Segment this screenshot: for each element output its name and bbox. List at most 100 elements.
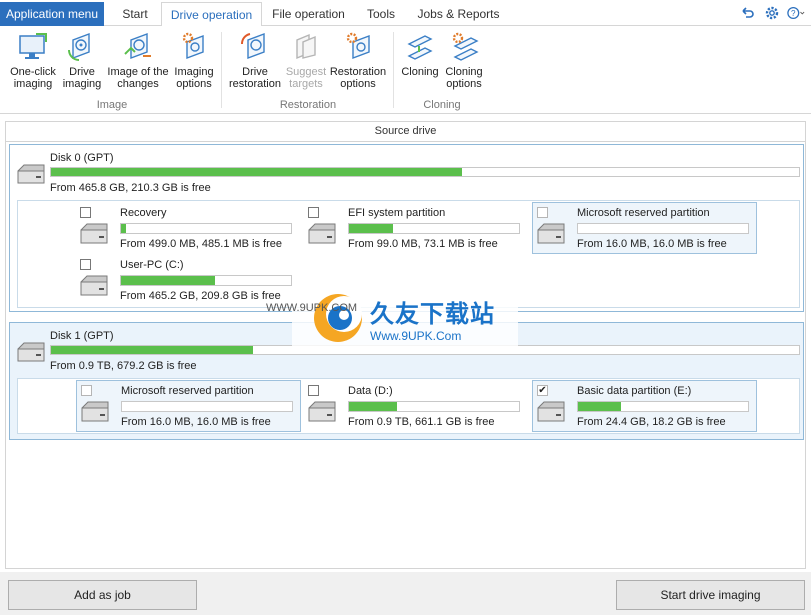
cloning-icon xyxy=(407,35,433,60)
partition-usage-bar xyxy=(120,223,292,234)
partition-checkbox[interactable] xyxy=(308,385,319,396)
drive-image-icon xyxy=(68,32,90,61)
partition-checkbox[interactable] xyxy=(80,259,91,270)
watermark-url: Www.9UPK.Com xyxy=(370,328,462,343)
partition-usage-bar xyxy=(577,401,749,412)
partition-name: User-PC (C:) xyxy=(120,259,184,271)
cloning-button[interactable]: Cloning xyxy=(398,30,442,78)
disk-name: Disk 1 (GPT) xyxy=(50,330,114,342)
partition-usage-fill xyxy=(349,402,397,411)
disk-usage-fill xyxy=(51,168,463,176)
title-divider xyxy=(6,141,805,142)
group-label-restoration: Restoration xyxy=(279,99,337,111)
partition-efi-system[interactable]: EFI system partition From 99.0 MB, 73.1 … xyxy=(304,203,529,253)
drive-restoration-icon xyxy=(240,32,265,60)
tab-tools[interactable]: Tools xyxy=(358,2,404,26)
application-menu-button[interactable]: Application menu xyxy=(0,2,104,26)
hard-drive-icon xyxy=(17,164,45,184)
partition-checkbox[interactable] xyxy=(81,385,92,396)
restoration-options-button[interactable]: Restoration options xyxy=(328,30,388,90)
imaging-options-button[interactable]: Imaging options xyxy=(172,30,216,90)
hard-drive-icon xyxy=(80,275,108,296)
partition-info: From 465.2 GB, 209.8 GB is free xyxy=(120,290,281,302)
partition-info: From 99.0 MB, 73.1 MB is free xyxy=(348,238,498,250)
partition-name: Microsoft reserved partition xyxy=(121,385,254,397)
start-drive-imaging-button[interactable]: Start drive imaging xyxy=(616,580,805,610)
hard-drive-icon xyxy=(80,223,108,244)
restoration-options-icon xyxy=(346,32,370,60)
partition-usage-fill xyxy=(121,224,127,233)
ribbon-tab-bar: Application menu Start Drive operation F… xyxy=(0,0,811,27)
ribbon-separator xyxy=(393,32,394,108)
partition-name: Basic data partition (E:) xyxy=(577,385,692,397)
partition-name: Recovery xyxy=(120,207,167,219)
hard-drive-icon xyxy=(308,223,336,244)
partition-name: Microsoft reserved partition xyxy=(577,207,710,219)
hard-drive-icon xyxy=(308,401,336,422)
group-label-cloning: Cloning xyxy=(423,99,461,111)
drive-restoration-button[interactable]: Drive restoration xyxy=(227,30,283,90)
ribbon-panel: One-click imaging Drive imaging Image of… xyxy=(0,26,811,114)
monitor-icon xyxy=(19,33,47,59)
drive-imaging-button[interactable]: Drive imaging xyxy=(62,30,102,90)
partition-checkbox[interactable] xyxy=(308,207,319,218)
disk-usage-bar xyxy=(50,167,800,177)
partition-usage-bar xyxy=(348,223,520,234)
hard-drive-icon xyxy=(17,342,45,362)
disk-usage-fill xyxy=(51,346,253,354)
group-label-image: Image xyxy=(96,99,128,111)
partition-info: From 499.0 MB, 485.1 MB is free xyxy=(120,238,283,250)
svg-text:?: ? xyxy=(791,9,796,18)
partition-data-d[interactable]: Data (D:) From 0.9 TB, 661.1 GB is free xyxy=(304,381,529,431)
ribbon-separator xyxy=(221,32,222,108)
partition-recovery[interactable]: Recovery From 499.0 MB, 485.1 MB is free xyxy=(76,203,301,253)
partition-list: Microsoft reserved partition From 16.0 M… xyxy=(17,378,800,434)
disk-info: From 465.8 GB, 210.3 GB is free xyxy=(50,182,211,194)
bottom-bar: Add as job Start drive imaging xyxy=(0,572,811,615)
partition-usage-bar xyxy=(348,401,520,412)
partition-basic-data-e[interactable]: ✔ Basic data partition (E:) From 24.4 GB… xyxy=(532,380,757,432)
partition-microsoft-reserved[interactable]: Microsoft reserved partition From 16.0 M… xyxy=(532,202,757,254)
partition-usage-fill xyxy=(121,276,215,285)
disk-name: Disk 0 (GPT) xyxy=(50,152,114,164)
watermark-brand: 久友下载站 xyxy=(370,300,495,328)
watermark-logo-icon xyxy=(314,294,362,342)
add-as-job-button[interactable]: Add as job xyxy=(8,580,197,610)
partition-info: From 16.0 MB, 16.0 MB is free xyxy=(577,238,727,250)
partition-info: From 0.9 TB, 661.1 GB is free xyxy=(348,416,495,428)
disk-info: From 0.9 TB, 679.2 GB is free xyxy=(50,360,197,372)
one-click-imaging-button[interactable]: One-click imaging xyxy=(6,30,60,90)
partition-user-pc-c[interactable]: User-PC (C:) From 465.2 GB, 209.8 GB is … xyxy=(76,255,301,305)
suggest-targets-button[interactable]: Suggest targets xyxy=(284,30,328,90)
partition-usage-bar xyxy=(120,275,292,286)
hard-drive-icon xyxy=(81,401,109,422)
watermark: WWW.9UPK.COM 久友下载站 Www.9UPK.Com xyxy=(266,282,518,354)
undo-icon[interactable] xyxy=(739,4,757,22)
partition-checkbox[interactable]: ✔ xyxy=(537,385,548,396)
cloning-options-button[interactable]: Cloning options xyxy=(442,30,486,90)
partition-checkbox[interactable] xyxy=(537,207,548,218)
partition-info: From 16.0 MB, 16.0 MB is free xyxy=(121,416,271,428)
partition-usage-fill xyxy=(349,224,394,233)
suggest-targets-icon xyxy=(296,33,316,60)
hard-drive-icon xyxy=(537,223,565,244)
image-of-changes-button[interactable]: Image of the changes xyxy=(104,30,172,90)
source-drive-title: Source drive xyxy=(374,125,437,137)
tab-drive-operation[interactable]: Drive operation xyxy=(161,2,262,27)
partition-checkbox[interactable] xyxy=(80,207,91,218)
tab-start[interactable]: Start xyxy=(110,2,160,26)
tab-jobs-reports[interactable]: Jobs & Reports xyxy=(411,2,506,26)
tab-file-operation[interactable]: File operation xyxy=(263,2,354,26)
partition-microsoft-reserved[interactable]: Microsoft reserved partition From 16.0 M… xyxy=(76,380,301,432)
help-icon[interactable]: ? xyxy=(787,4,805,22)
watermark-left-text: WWW.9UPK.COM xyxy=(266,302,358,314)
partition-name: EFI system partition xyxy=(348,207,446,219)
partition-info: From 24.4 GB, 18.2 GB is free xyxy=(577,416,726,428)
image-changes-icon xyxy=(124,32,151,60)
partition-name: Data (D:) xyxy=(348,385,393,397)
imaging-options-icon xyxy=(182,32,204,60)
partition-usage-bar xyxy=(577,223,749,234)
cloning-options-icon xyxy=(452,32,479,61)
gear-icon[interactable] xyxy=(763,4,781,22)
partition-usage-fill xyxy=(578,402,621,411)
